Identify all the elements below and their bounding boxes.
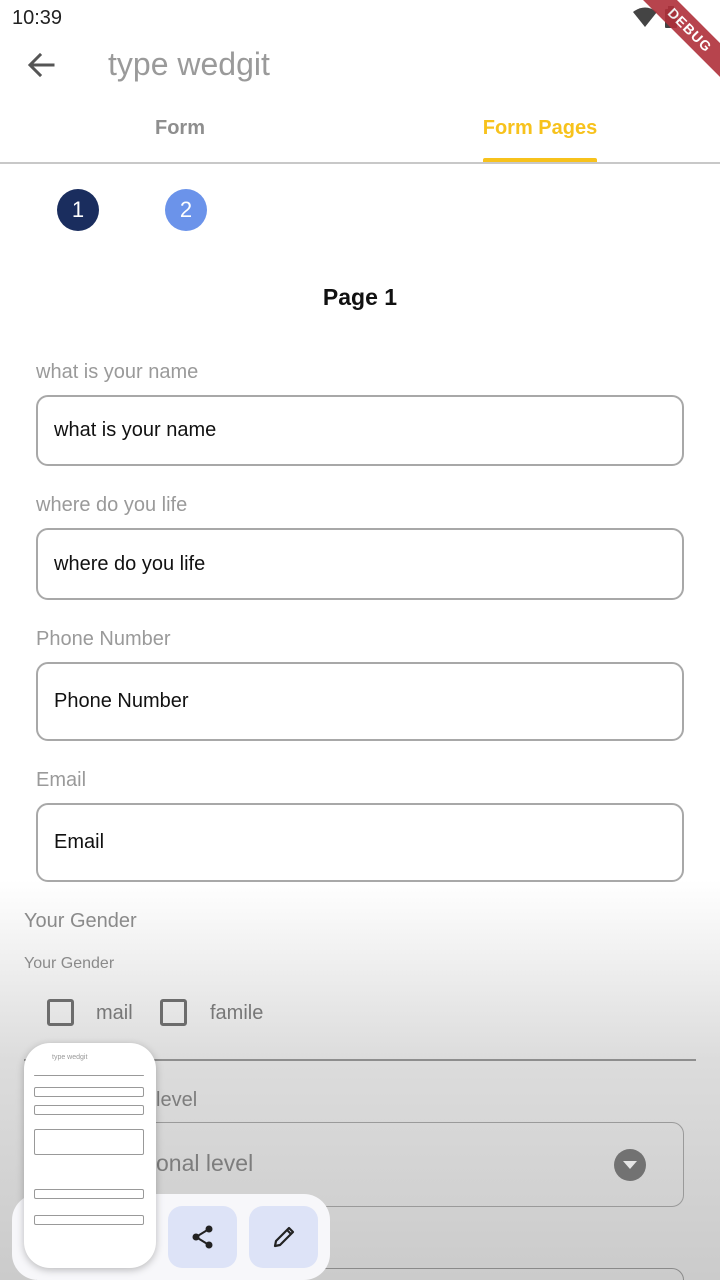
- education-value: onal level: [156, 1150, 254, 1176]
- back-arrow-icon[interactable]: [26, 50, 56, 80]
- tab-form[interactable]: Form: [0, 96, 360, 162]
- thumbnail-field: [34, 1129, 144, 1155]
- thumbnail-field: [34, 1189, 144, 1199]
- name-field[interactable]: what is your name: [36, 395, 684, 466]
- dropdown-caret-icon[interactable]: [614, 1149, 646, 1181]
- status-bar: 10:39: [0, 0, 720, 36]
- address-field-value: where do you life: [54, 552, 206, 575]
- gender-title: Your Gender: [24, 910, 137, 932]
- phone-field-label: Phone Number: [36, 628, 171, 650]
- gender-option-famile[interactable]: famile: [210, 1002, 263, 1025]
- thumbnail-field: [34, 1105, 144, 1115]
- page-heading: Page 1: [322, 284, 398, 310]
- status-time: 10:39: [12, 7, 63, 29]
- edit-button[interactable]: [249, 1206, 318, 1268]
- gender-checkbox-mail[interactable]: [47, 999, 74, 1026]
- phone-field[interactable]: Phone Number: [36, 662, 684, 741]
- thumbnail-field: [34, 1215, 144, 1225]
- page-title: type wedgit: [108, 46, 270, 82]
- gender-checkbox-famile[interactable]: [160, 999, 187, 1026]
- step-1-button[interactable]: 1: [57, 189, 99, 231]
- email-field[interactable]: Email: [36, 803, 684, 882]
- phone-field-value: Phone Number: [54, 690, 189, 712]
- tab-form-pages[interactable]: Form Pages: [360, 96, 720, 162]
- address-field[interactable]: where do you life: [36, 528, 684, 600]
- email-field-label: Email: [36, 769, 87, 791]
- gender-subtitle: Your Gender: [24, 955, 115, 972]
- tab-indicator: [483, 158, 597, 162]
- thumbnail-tab-line: [34, 1075, 144, 1076]
- app-bar: type wedgit: [0, 36, 720, 96]
- thumbnail-field: [34, 1087, 144, 1097]
- step-2-button[interactable]: 2: [165, 189, 207, 231]
- education-label: level: [156, 1089, 198, 1111]
- share-button[interactable]: [168, 1206, 237, 1268]
- pencil-icon: [273, 1226, 295, 1248]
- tab-bar: Form Form Pages: [0, 96, 720, 164]
- thumbnail-title: type wedgit: [52, 1054, 88, 1061]
- share-icon: [192, 1225, 213, 1249]
- name-field-value: what is your name: [54, 419, 217, 441]
- address-field-label: where do you life: [36, 494, 188, 516]
- gender-option-mail[interactable]: mail: [96, 1002, 133, 1025]
- screenshot-thumbnail[interactable]: type wedgit: [24, 1043, 156, 1268]
- name-field-label: what is your name: [36, 361, 199, 383]
- email-field-value: Email: [54, 831, 105, 853]
